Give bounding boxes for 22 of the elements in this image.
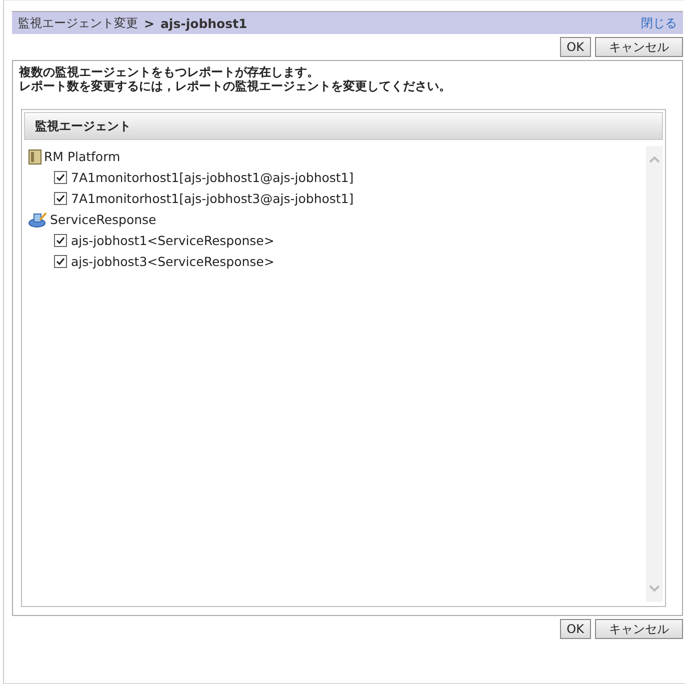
tree-item-label[interactable]: 7A1monitorhost1[ajs-jobhost1@ajs-jobhost1] [71, 170, 354, 185]
tree-group-label[interactable]: RM Platform [44, 149, 120, 164]
message-text: 複数の監視エージェントをもつレポートが存在します。 [19, 65, 320, 79]
tree-item-label[interactable]: 7A1monitorhost1[ajs-jobhost3@ajs-jobhost1] [71, 191, 354, 206]
cancel-button[interactable]: キャンセル [595, 37, 683, 57]
ok-button[interactable]: OK [560, 619, 591, 639]
panel-header: 監視エージェント [24, 112, 663, 140]
ok-button[interactable]: OK [560, 37, 591, 57]
tree-group-label[interactable]: ServiceResponse [50, 212, 156, 227]
host-name: ajs-jobhost1 [160, 16, 248, 30]
checkbox[interactable] [54, 234, 67, 247]
message-text: レポート数を変更するには，レポートの監視エージェントを変更してください。 [19, 79, 452, 93]
tree-item-label[interactable]: ajs-jobhost3<ServiceResponse> [71, 254, 274, 269]
window-title: 監視エージェント変更 [18, 14, 138, 32]
server-icon [28, 148, 42, 164]
breadcrumb-separator: > [144, 16, 154, 30]
checkbox[interactable] [54, 171, 67, 184]
checkbox[interactable] [54, 192, 67, 205]
service-icon [28, 212, 48, 228]
cancel-button[interactable]: キャンセル [595, 619, 683, 639]
checkbox[interactable] [54, 255, 67, 268]
tree-item-label[interactable]: ajs-jobhost1<ServiceResponse> [71, 233, 274, 248]
